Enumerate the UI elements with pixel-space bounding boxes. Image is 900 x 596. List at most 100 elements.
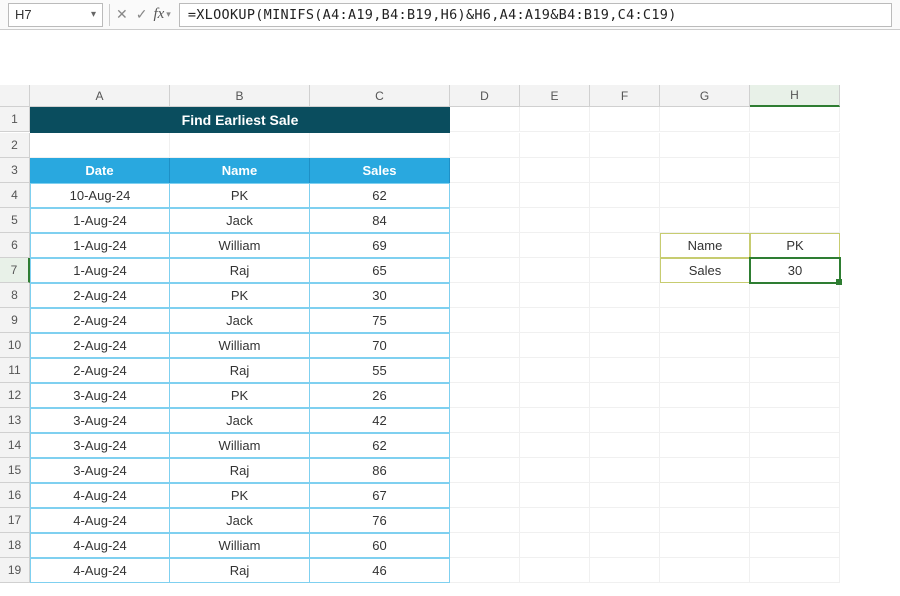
row-header[interactable]: 9 <box>0 308 30 333</box>
row-header[interactable]: 19 <box>0 558 30 583</box>
row-header[interactable]: 10 <box>0 333 30 358</box>
formula-bar[interactable]: =XLOOKUP(MINIFS(A4:A19,B4:B19,H6)&H6,A4:… <box>179 3 892 27</box>
empty-cell[interactable] <box>660 283 750 308</box>
empty-cell[interactable] <box>590 408 660 433</box>
empty-cell[interactable] <box>520 433 590 458</box>
lookup-sales-value[interactable]: 30 <box>750 258 840 283</box>
empty-cell[interactable] <box>660 558 750 583</box>
empty-cell[interactable] <box>660 433 750 458</box>
table-cell-name[interactable]: William <box>170 433 310 458</box>
empty-cell[interactable] <box>660 333 750 358</box>
row-header[interactable]: 5 <box>0 208 30 233</box>
empty-cell[interactable] <box>750 183 840 208</box>
empty-cell[interactable] <box>590 133 660 158</box>
empty-cell[interactable] <box>520 383 590 408</box>
table-cell-sales[interactable]: 86 <box>310 458 450 483</box>
empty-cell[interactable] <box>520 208 590 233</box>
empty-cell[interactable] <box>750 358 840 383</box>
table-cell-name[interactable]: Jack <box>170 508 310 533</box>
table-cell-date[interactable]: 3-Aug-24 <box>30 458 170 483</box>
empty-cell[interactable] <box>520 508 590 533</box>
table-cell-sales[interactable]: 67 <box>310 483 450 508</box>
row-header[interactable]: 13 <box>0 408 30 433</box>
table-cell-date[interactable]: 1-Aug-24 <box>30 208 170 233</box>
table-cell-date[interactable]: 4-Aug-24 <box>30 558 170 583</box>
empty-cell[interactable] <box>590 233 660 258</box>
table-cell-name[interactable]: William <box>170 233 310 258</box>
empty-cell[interactable] <box>750 133 840 158</box>
empty-cell[interactable] <box>750 533 840 558</box>
empty-cell[interactable] <box>450 358 520 383</box>
empty-cell[interactable] <box>590 358 660 383</box>
empty-cell[interactable] <box>450 183 520 208</box>
table-cell-date[interactable]: 3-Aug-24 <box>30 383 170 408</box>
empty-cell[interactable] <box>590 208 660 233</box>
row-header[interactable]: 16 <box>0 483 30 508</box>
table-cell-name[interactable]: PK <box>170 483 310 508</box>
table-cell-name[interactable]: Jack <box>170 308 310 333</box>
empty-cell[interactable] <box>660 107 750 132</box>
lookup-name-value[interactable]: PK <box>750 233 840 258</box>
table-cell-sales[interactable]: 30 <box>310 283 450 308</box>
table-cell-date[interactable]: 4-Aug-24 <box>30 533 170 558</box>
table-cell-sales[interactable]: 69 <box>310 233 450 258</box>
empty-cell[interactable] <box>590 558 660 583</box>
table-cell-sales[interactable]: 46 <box>310 558 450 583</box>
empty-cell[interactable] <box>450 458 520 483</box>
table-cell-sales[interactable]: 70 <box>310 333 450 358</box>
empty-cell[interactable] <box>450 233 520 258</box>
empty-cell[interactable] <box>520 107 590 132</box>
empty-cell[interactable] <box>450 158 520 183</box>
empty-cell[interactable] <box>450 408 520 433</box>
empty-cell[interactable] <box>450 558 520 583</box>
table-cell-sales[interactable]: 26 <box>310 383 450 408</box>
empty-cell[interactable] <box>450 433 520 458</box>
empty-cell[interactable] <box>590 258 660 283</box>
empty-cell[interactable] <box>590 508 660 533</box>
empty-cell[interactable] <box>450 283 520 308</box>
row-header[interactable]: 3 <box>0 158 30 183</box>
empty-cell[interactable] <box>450 533 520 558</box>
empty-cell[interactable] <box>450 383 520 408</box>
empty-cell[interactable] <box>750 433 840 458</box>
empty-cell[interactable] <box>310 133 450 158</box>
empty-cell[interactable] <box>660 533 750 558</box>
row-header[interactable]: 7 <box>0 258 30 283</box>
table-cell-name[interactable]: William <box>170 333 310 358</box>
empty-cell[interactable] <box>590 283 660 308</box>
empty-cell[interactable] <box>520 358 590 383</box>
empty-cell[interactable] <box>30 133 170 158</box>
row-header[interactable]: 4 <box>0 183 30 208</box>
empty-cell[interactable] <box>660 158 750 183</box>
empty-cell[interactable] <box>750 483 840 508</box>
row-header[interactable]: 15 <box>0 458 30 483</box>
empty-cell[interactable] <box>590 158 660 183</box>
empty-cell[interactable] <box>750 158 840 183</box>
empty-cell[interactable] <box>660 208 750 233</box>
table-cell-date[interactable]: 3-Aug-24 <box>30 408 170 433</box>
empty-cell[interactable] <box>750 458 840 483</box>
empty-cell[interactable] <box>450 133 520 158</box>
table-cell-name[interactable]: PK <box>170 383 310 408</box>
row-header[interactable]: 1 <box>0 107 30 132</box>
empty-cell[interactable] <box>590 433 660 458</box>
empty-cell[interactable] <box>660 408 750 433</box>
empty-cell[interactable] <box>750 308 840 333</box>
table-cell-date[interactable]: 2-Aug-24 <box>30 283 170 308</box>
enter-icon[interactable]: ✓ <box>136 6 148 23</box>
empty-cell[interactable] <box>590 107 660 132</box>
column-header[interactable]: A <box>30 85 170 107</box>
empty-cell[interactable] <box>750 383 840 408</box>
empty-cell[interactable] <box>450 107 520 132</box>
column-header[interactable]: B <box>170 85 310 107</box>
row-header[interactable]: 12 <box>0 383 30 408</box>
table-cell-sales[interactable]: 62 <box>310 183 450 208</box>
column-header[interactable]: G <box>660 85 750 107</box>
empty-cell[interactable] <box>660 183 750 208</box>
row-header[interactable]: 17 <box>0 508 30 533</box>
table-cell-date[interactable]: 2-Aug-24 <box>30 358 170 383</box>
table-cell-date[interactable]: 4-Aug-24 <box>30 483 170 508</box>
select-all-corner[interactable] <box>0 85 30 107</box>
table-cell-date[interactable]: 1-Aug-24 <box>30 233 170 258</box>
empty-cell[interactable] <box>520 158 590 183</box>
